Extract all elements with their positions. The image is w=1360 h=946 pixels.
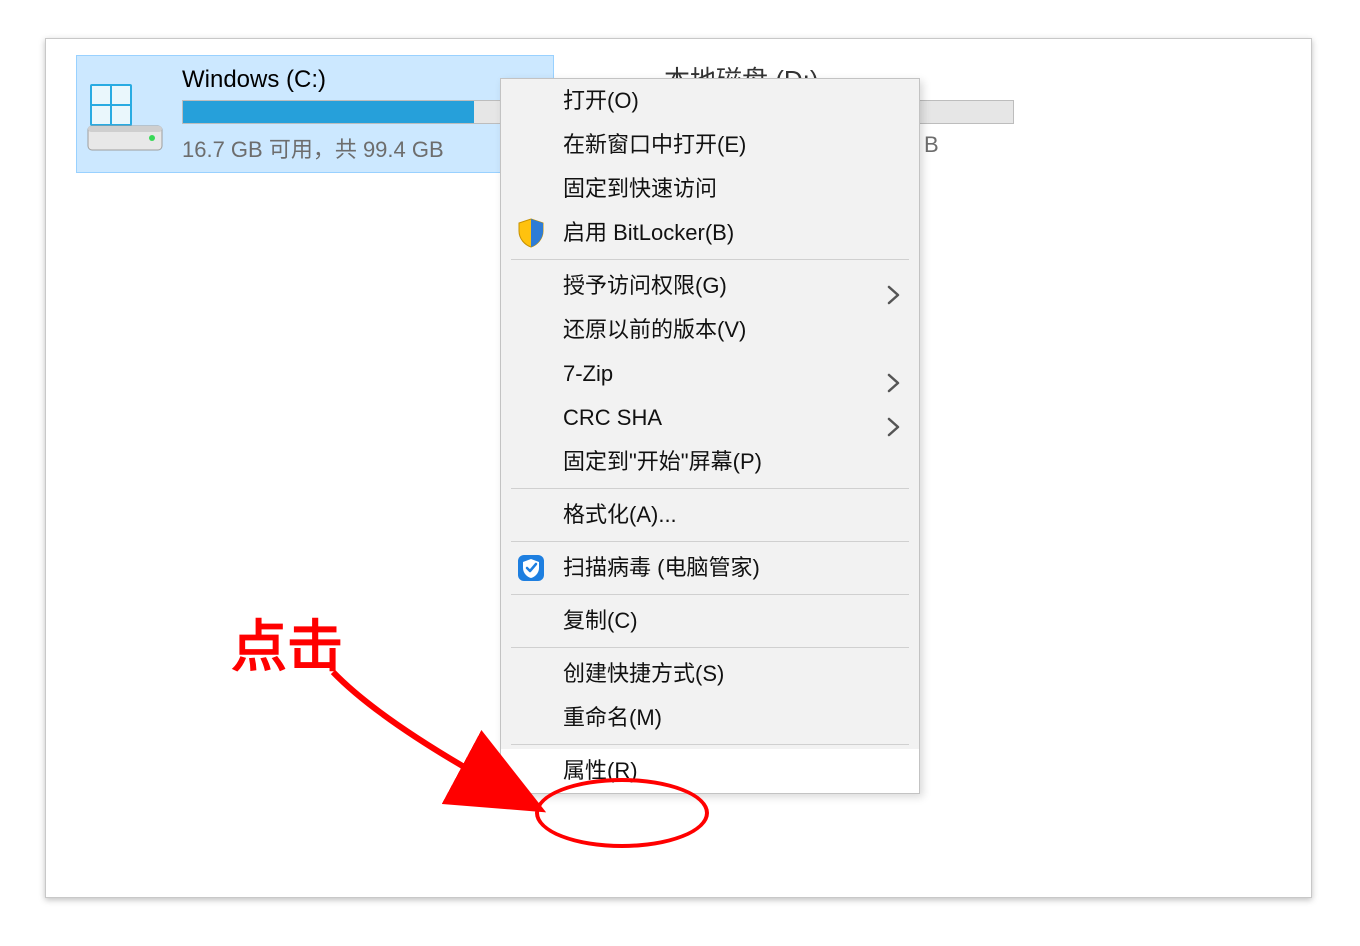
menu-item-label: 重命名(M) — [563, 705, 662, 730]
menu-item-15[interactable]: 复制(C) — [501, 599, 919, 643]
menu-item-label: 复制(C) — [563, 608, 638, 633]
chevron-right-icon — [887, 276, 901, 296]
menu-item-label: 扫描病毒 (电脑管家) — [563, 555, 760, 580]
guard-icon — [515, 552, 547, 584]
menu-item-6[interactable]: 还原以前的版本(V) — [501, 308, 919, 352]
menu-separator — [511, 488, 909, 489]
drive-c-label: Windows (C:) — [182, 66, 326, 94]
menu-separator — [511, 594, 909, 595]
drive-d-info-fragment: B — [924, 132, 939, 158]
menu-separator — [511, 259, 909, 260]
menu-item-17[interactable]: 创建快捷方式(S) — [501, 652, 919, 696]
drive-c-info: 16.7 GB 可用，共 99.4 GB — [182, 132, 444, 164]
annotation-arrow — [325, 666, 540, 826]
menu-item-label: 在新窗口中打开(E) — [563, 132, 746, 157]
menu-item-18[interactable]: 重命名(M) — [501, 696, 919, 740]
shield-icon — [515, 217, 547, 249]
menu-separator — [511, 541, 909, 542]
menu-item-label: 创建快捷方式(S) — [563, 661, 724, 686]
menu-item-3[interactable]: 启用 BitLocker(B) — [501, 211, 919, 255]
menu-item-label: 7-Zip — [563, 361, 613, 386]
menu-item-7[interactable]: 7-Zip — [501, 352, 919, 396]
menu-item-11[interactable]: 格式化(A)... — [501, 493, 919, 537]
menu-item-label: 启用 BitLocker(B) — [563, 220, 734, 245]
menu-item-label: CRC SHA — [563, 405, 662, 430]
menu-item-label: 打开(O) — [563, 88, 639, 113]
menu-item-1[interactable]: 在新窗口中打开(E) — [501, 123, 919, 167]
menu-item-label: 固定到快速访问 — [563, 176, 717, 201]
chevron-right-icon — [887, 364, 901, 384]
menu-item-5[interactable]: 授予访问权限(G) — [501, 264, 919, 308]
menu-separator — [511, 647, 909, 648]
drive-icon — [86, 78, 166, 154]
menu-item-label: 固定到"开始"屏幕(P) — [563, 449, 762, 474]
menu-item-label: 授予访问权限(G) — [563, 273, 727, 298]
drive-context-menu: 打开(O) 在新窗口中打开(E) 固定到快速访问启用 BitLocker(B) 授予访… — [500, 78, 920, 794]
menu-item-9[interactable]: 固定到"开始"屏幕(P) — [501, 440, 919, 484]
drive-c-usage-fill — [183, 101, 474, 123]
drive-c-usage-bar — [182, 100, 534, 124]
menu-item-label: 还原以前的版本(V) — [563, 317, 746, 342]
menu-item-13[interactable]: 扫描病毒 (电脑管家) — [501, 546, 919, 590]
menu-item-8[interactable]: CRC SHA — [501, 396, 919, 440]
menu-item-0[interactable]: 打开(O) — [501, 79, 919, 123]
chevron-right-icon — [887, 408, 901, 428]
menu-separator — [511, 744, 909, 745]
annotation-circle — [535, 778, 709, 848]
menu-item-2[interactable]: 固定到快速访问 — [501, 167, 919, 211]
menu-item-label: 格式化(A)... — [563, 502, 677, 527]
